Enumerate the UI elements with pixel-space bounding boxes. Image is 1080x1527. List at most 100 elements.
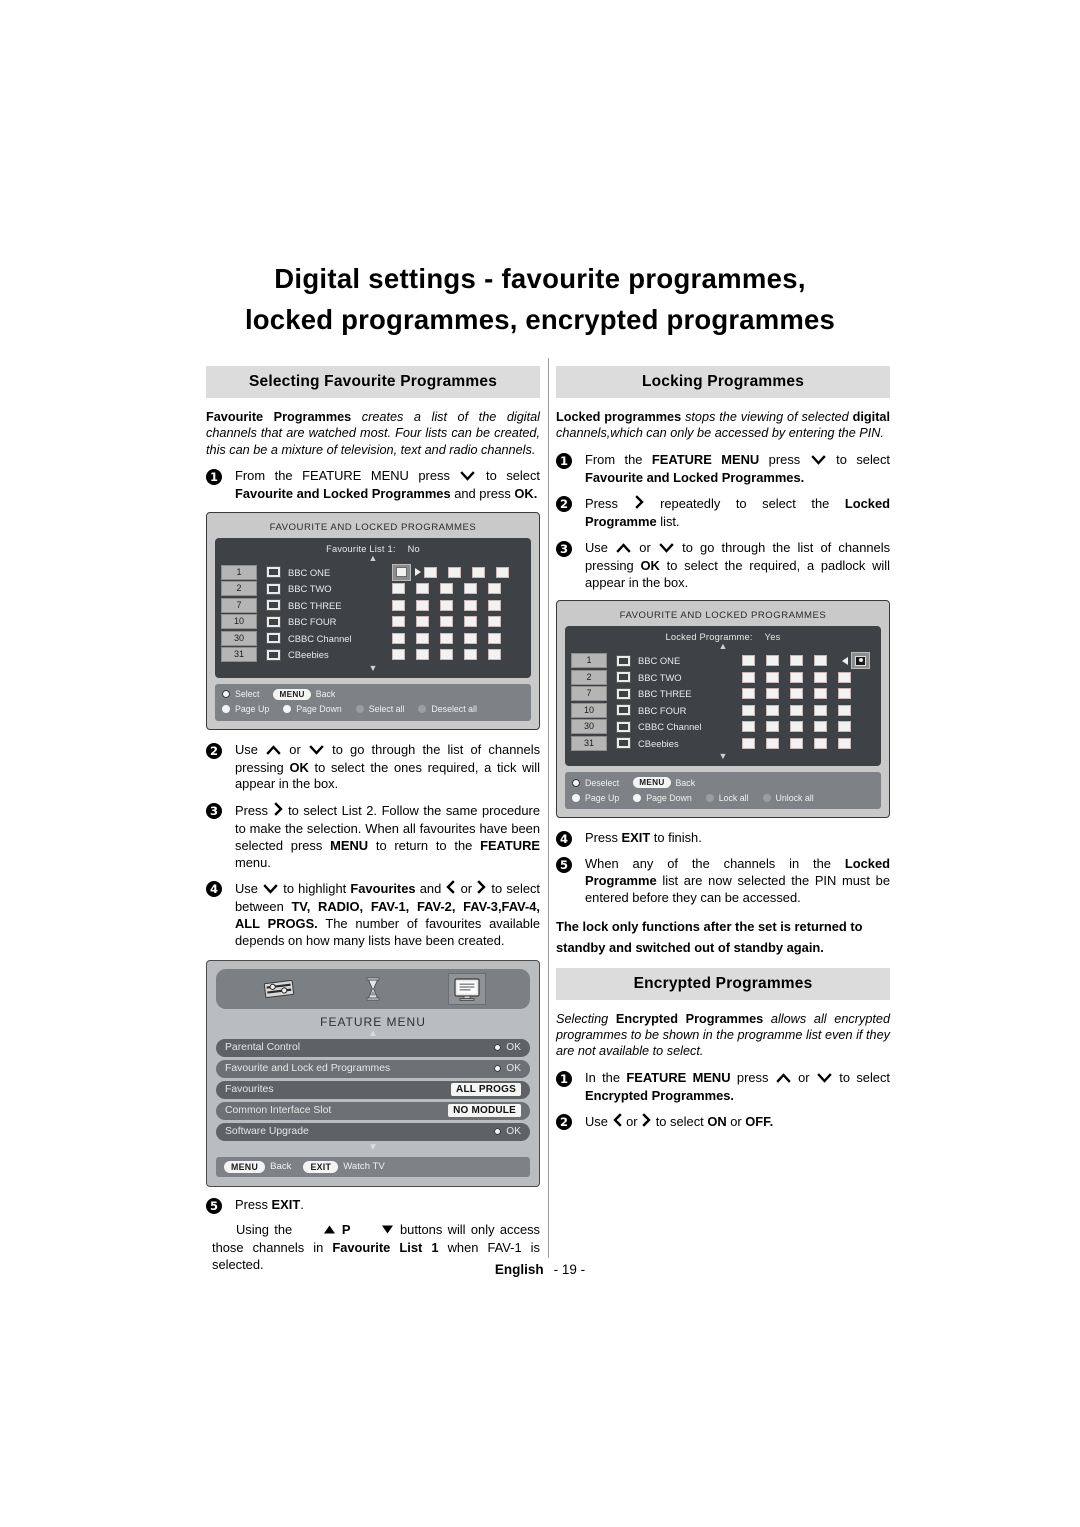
channel-checkbox[interactable] — [424, 566, 437, 578]
channel-checkbox[interactable] — [416, 616, 429, 628]
scroll-down-caret-icon[interactable]: ▼ — [571, 751, 875, 763]
settings-sliders-icon[interactable] — [261, 974, 297, 1004]
channel-checkbox[interactable] — [814, 721, 827, 733]
exit-key-icon[interactable]: EXIT — [303, 1160, 339, 1173]
feature-menu-row-value[interactable]: ALL PROGS — [451, 1083, 521, 1097]
feature-menu-up-caret-icon[interactable]: ▲ — [216, 1028, 530, 1039]
channel-checkbox[interactable] — [838, 737, 851, 749]
channel-checkbox[interactable] — [790, 721, 803, 733]
channel-checkbox[interactable] — [392, 632, 405, 644]
channel-checkbox[interactable] — [392, 616, 405, 628]
scroll-down-caret-icon[interactable]: ▼ — [221, 663, 525, 675]
channel-checkbox[interactable] — [838, 671, 851, 683]
channel-checkbox[interactable] — [440, 616, 453, 628]
feature-menu-row[interactable]: Favourite and Lock ed Programmes OK — [216, 1059, 530, 1078]
tv-footer-item[interactable]: MENU Back — [273, 688, 335, 700]
channel-checkbox[interactable] — [766, 671, 779, 683]
channel-checkbox[interactable] — [790, 688, 803, 700]
channel-checkbox[interactable] — [766, 704, 779, 716]
tv-footer-item[interactable]: Select all — [355, 704, 404, 714]
channel-checkbox[interactable] — [742, 737, 755, 749]
channel-checkbox[interactable] — [392, 583, 405, 595]
tv-footer-item[interactable]: Lock all — [705, 793, 749, 803]
channel-checkbox[interactable] — [838, 704, 851, 716]
channel-checkbox[interactable] — [440, 649, 453, 661]
channel-checkbox[interactable] — [416, 649, 429, 661]
channel-row[interactable]: 2 BBC TWO — [571, 669, 875, 686]
tv-footer-item[interactable]: Deselect all — [418, 704, 477, 714]
channel-checkbox[interactable] — [464, 599, 477, 611]
channel-checkbox[interactable] — [496, 566, 509, 578]
channel-row[interactable]: 7 BBC THREE — [571, 685, 875, 702]
hourglass-icon[interactable] — [355, 974, 391, 1004]
channel-checkbox[interactable] — [440, 583, 453, 595]
channel-checkbox[interactable] — [440, 632, 453, 644]
channel-checkbox[interactable] — [392, 599, 405, 611]
channel-checkbox[interactable] — [814, 704, 827, 716]
channel-checkbox[interactable] — [838, 688, 851, 700]
tv-footer-item[interactable]: Page Down — [633, 793, 692, 803]
channel-checkbox[interactable] — [488, 649, 501, 661]
channel-checkbox[interactable] — [464, 632, 477, 644]
channel-row[interactable]: 1 BBC ONE — [571, 652, 875, 670]
menu-key-icon[interactable]: MENU — [224, 1160, 266, 1173]
channel-checkbox[interactable] — [440, 599, 453, 611]
feature-menu-row-value[interactable]: NO MODULE — [448, 1104, 521, 1118]
channel-row[interactable]: 30 CBBC Channel — [221, 630, 525, 647]
tv-footer-item[interactable]: Page Down — [283, 704, 342, 714]
channel-checkbox[interactable] — [464, 649, 477, 661]
channel-checkbox[interactable] — [790, 671, 803, 683]
feature-menu-ok-indicator[interactable]: OK — [494, 1126, 521, 1137]
channel-checkbox[interactable] — [416, 583, 429, 595]
scroll-up-caret-icon[interactable]: ▲ — [571, 642, 875, 651]
channel-checkbox[interactable] — [392, 649, 405, 661]
tv-footer-item[interactable]: Deselect — [572, 778, 619, 788]
channel-checkbox[interactable] — [790, 704, 803, 716]
feature-menu-row[interactable]: Favourites ALL PROGS — [216, 1080, 530, 1099]
channel-checkbox[interactable] — [416, 632, 429, 644]
channel-checkbox[interactable] — [488, 616, 501, 628]
tv-footer-item[interactable]: MENU Back — [633, 777, 695, 789]
channel-row[interactable]: 10 BBC FOUR — [221, 613, 525, 630]
channel-checkbox[interactable] — [766, 737, 779, 749]
feature-menu-ok-indicator[interactable]: OK — [494, 1042, 521, 1053]
channel-row[interactable]: 30 CBBC Channel — [571, 718, 875, 735]
feature-menu-row[interactable]: Parental Control OK — [216, 1038, 530, 1057]
tv-footer-item[interactable]: Page Up — [222, 704, 269, 714]
channel-row[interactable]: 7 BBC THREE — [221, 597, 525, 614]
tv-footer-item[interactable]: Unlock all — [762, 793, 814, 803]
channel-checkbox[interactable] — [790, 655, 803, 667]
channel-row[interactable]: 31 CBeebies — [221, 646, 525, 663]
channel-checkbox[interactable] — [814, 671, 827, 683]
channel-checkbox[interactable] — [448, 566, 461, 578]
feature-menu-row[interactable]: Software Upgrade OK — [216, 1122, 530, 1141]
channel-checkbox[interactable] — [766, 655, 779, 667]
channel-checkbox[interactable] — [814, 655, 827, 667]
channel-checkbox[interactable] — [416, 599, 429, 611]
channel-checkbox[interactable] — [742, 671, 755, 683]
channel-checkbox[interactable] — [464, 616, 477, 628]
padlock-cursor-cell[interactable] — [851, 652, 870, 670]
feature-menu-down-caret-icon[interactable]: ▼ — [216, 1142, 530, 1153]
channel-checkbox[interactable] — [814, 737, 827, 749]
channel-checkbox[interactable] — [472, 566, 485, 578]
channel-checkbox[interactable] — [742, 688, 755, 700]
channel-checkbox[interactable] — [742, 655, 755, 667]
channel-checkbox[interactable] — [488, 632, 501, 644]
channel-checkbox[interactable] — [790, 737, 803, 749]
channel-checkbox[interactable] — [814, 688, 827, 700]
tv-footer-item[interactable]: Select — [222, 689, 259, 699]
channel-row[interactable]: 1 BBC ONE — [221, 563, 525, 581]
scroll-up-caret-icon[interactable]: ▲ — [221, 553, 525, 563]
channel-row[interactable]: 2 BBC TWO — [221, 580, 525, 597]
channel-checkbox[interactable] — [488, 599, 501, 611]
channel-checkbox[interactable] — [488, 583, 501, 595]
channel-checkbox[interactable] — [766, 688, 779, 700]
feature-menu-row[interactable]: Common Interface Slot NO MODULE — [216, 1101, 530, 1120]
channel-checkbox[interactable] — [838, 721, 851, 733]
channel-checkbox[interactable] — [742, 704, 755, 716]
tv-screen-icon[interactable] — [449, 973, 485, 1004]
channel-row[interactable]: 31 CBeebies — [571, 735, 875, 752]
channel-checkbox[interactable] — [464, 583, 477, 595]
feature-menu-ok-indicator[interactable]: OK — [494, 1063, 521, 1074]
